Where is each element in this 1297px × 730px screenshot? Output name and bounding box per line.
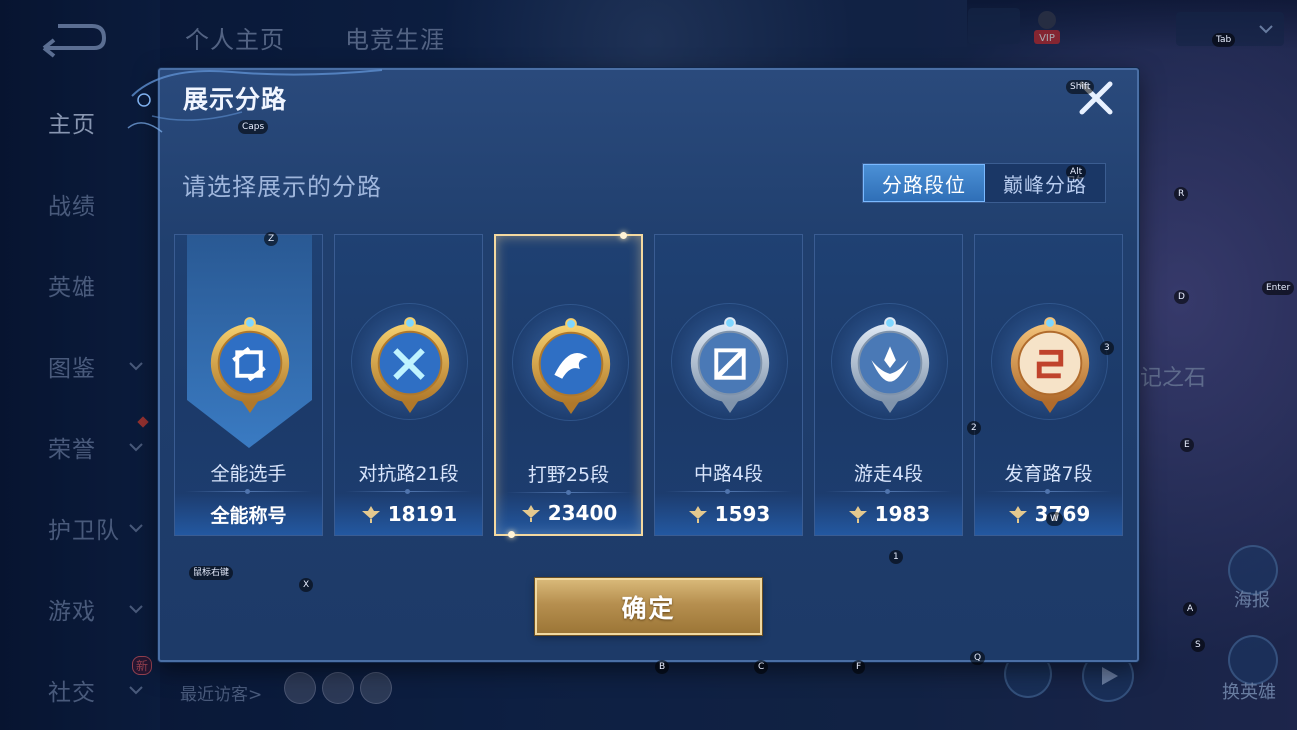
lane-card[interactable]: 全能选手 全能称号 <box>174 234 323 536</box>
lane-card-label: 全能选手 <box>210 463 287 485</box>
power-score-icon <box>521 505 540 522</box>
key-hint-badge: 鼠标右键 <box>189 566 234 580</box>
power-score-icon <box>848 506 867 523</box>
lane-card[interactable]: 游走4段 1983 <box>814 234 963 536</box>
power-score: 1983 <box>874 502 931 526</box>
lane-card-label: 发育路7段 <box>1004 463 1093 485</box>
confirm-button[interactable]: 确定 <box>535 578 762 635</box>
lane-card-label: 打野25段 <box>527 464 610 486</box>
card-divider <box>345 489 472 494</box>
lane-card[interactable]: 中路4段 1593 <box>654 234 803 536</box>
modal-subtitle: 请选择展示的分路 <box>182 173 382 201</box>
lane-card-label: 中路4段 <box>693 463 764 485</box>
key-hint-badge: Enter <box>1262 281 1295 295</box>
key-hint-badge: Shift <box>1066 80 1095 94</box>
power-score-icon <box>1008 506 1027 523</box>
key-hint-badge: Alt <box>1066 165 1087 179</box>
selection-sparkle <box>508 531 515 538</box>
card-divider <box>825 489 952 494</box>
roam-emblem-icon <box>850 317 930 413</box>
allround-emblem-icon <box>210 317 290 413</box>
lane-card-footer: 1983 <box>815 493 962 535</box>
power-score: 3769 <box>1034 502 1091 526</box>
lane-card-footer: 23400 <box>496 492 641 534</box>
lane-card-label: 游走4段 <box>853 463 924 485</box>
card-divider <box>185 489 312 494</box>
toggle-lane-rank[interactable]: 分路段位 <box>863 164 985 202</box>
key-hint-badge: E <box>1180 438 1194 452</box>
lane-card-footer: 全能称号 <box>175 493 322 535</box>
clash-lane-emblem-icon <box>370 317 450 413</box>
key-hint-badge: W <box>1046 512 1063 526</box>
key-hint-badge: Caps <box>238 120 269 134</box>
key-hint-badge: S <box>1191 638 1205 652</box>
power-score-icon <box>361 506 380 523</box>
power-score: 1593 <box>714 502 771 526</box>
lane-card[interactable]: 打野25段 23400 <box>494 232 643 538</box>
lane-card[interactable]: 对抗路21段 18191 <box>334 234 483 536</box>
mid-lane-emblem-icon <box>690 317 770 413</box>
card-divider <box>985 489 1112 494</box>
key-hint-badge: Tab <box>1212 33 1236 47</box>
card-divider <box>665 489 792 494</box>
key-hint-badge: Q <box>970 651 986 665</box>
key-hint-badge: F <box>852 660 866 674</box>
title-name: 全能称号 <box>210 504 287 527</box>
selection-sparkle <box>620 232 627 239</box>
lane-card-footer: 18191 <box>335 493 482 535</box>
lane-card[interactable]: 发育路7段 3769 <box>974 234 1123 536</box>
farm-lane-emblem-icon <box>1010 317 1090 413</box>
toggle-peak-lane[interactable]: 巅峰分路 <box>985 164 1105 202</box>
power-score: 18191 <box>387 502 458 526</box>
modal-title: 展示分路 <box>183 85 288 114</box>
power-score-icon <box>688 506 707 523</box>
lane-card-label: 对抗路21段 <box>358 463 459 485</box>
key-hint-badge: 3 <box>1100 341 1114 355</box>
power-score: 23400 <box>547 501 618 525</box>
key-hint-badge: 1 <box>889 550 903 564</box>
key-hint-badge: 2 <box>967 421 981 435</box>
key-hint-badge: D <box>1174 290 1189 304</box>
lane-card-footer: 1593 <box>655 493 802 535</box>
jungle-emblem-icon <box>531 318 611 414</box>
